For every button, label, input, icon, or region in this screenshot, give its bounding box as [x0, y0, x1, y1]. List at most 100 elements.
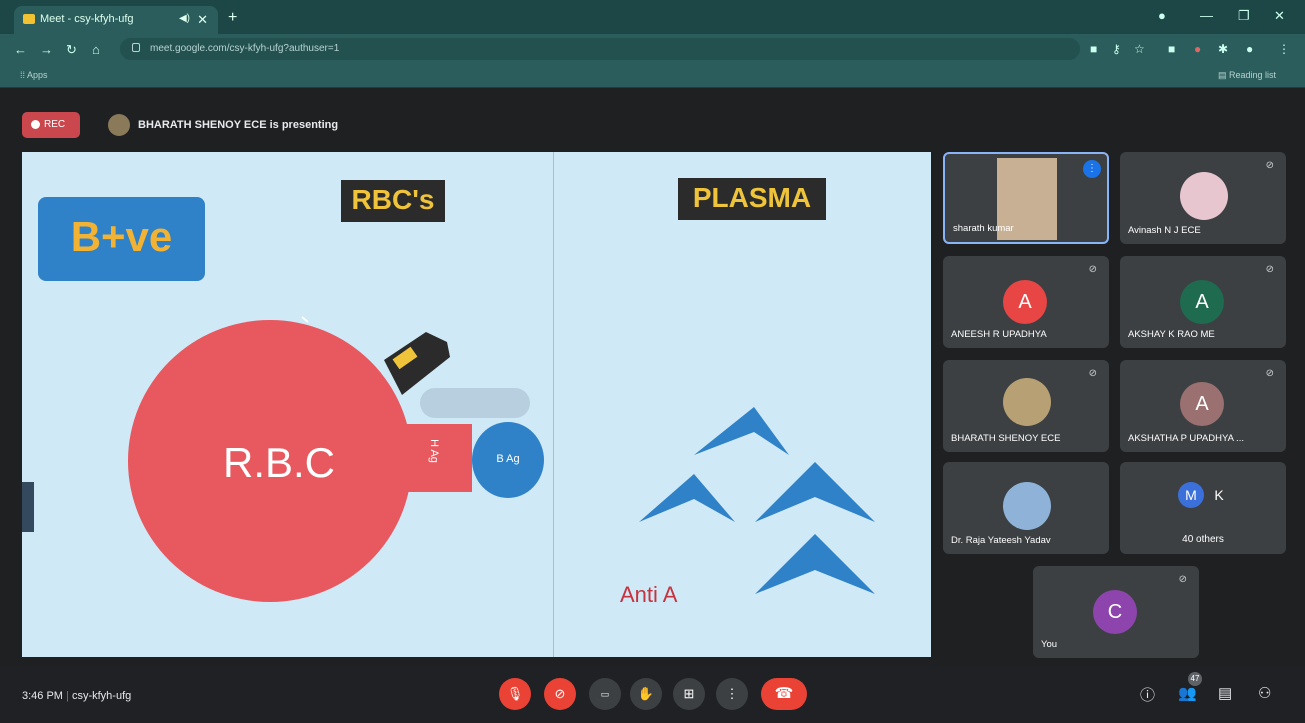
reading-list-icon: ▤ [1218, 70, 1230, 80]
participant-name: sharath kumar [953, 223, 1014, 234]
apps-grid-icon: ⁞⁞ [20, 70, 28, 80]
reading-list-button[interactable]: ▤ Reading list [1218, 70, 1276, 81]
home-icon[interactable]: ⌂ [92, 42, 100, 57]
url-text: meet.google.com/csy-kfyh-ufg?authuser=1 [150, 43, 340, 54]
antibody-label: Anti A [620, 582, 678, 607]
meeting-details-button[interactable]: ⓘ [1140, 684, 1155, 705]
browser-toolbar: ← → ↻ ⌂ meet.google.com/csy-kfyh-ufg?aut… [0, 34, 1305, 64]
more-options-button[interactable]: ⋮ [716, 678, 748, 710]
participant-name: Dr. Raja Yateesh Yadav [951, 535, 1051, 546]
reload-icon[interactable]: ↻ [66, 42, 77, 58]
apps-shortcut[interactable]: ⁞⁞ Apps [20, 70, 48, 80]
address-bar[interactable]: meet.google.com/csy-kfyh-ufg?authuser=1 [120, 38, 1080, 60]
chat-button[interactable]: ▤ [1218, 684, 1232, 702]
camera-indicator-icon[interactable]: ■ [1090, 42, 1097, 56]
meeting-info: 3:46 PM | csy-kfyh-ufg [22, 690, 132, 702]
participant-avatar: A [1180, 280, 1224, 324]
antibody-key-shape [384, 332, 450, 395]
self-avatar: C [1093, 590, 1137, 634]
mic-toggle-button[interactable]: 🎙 [499, 678, 531, 710]
participant-tile[interactable]: A ⊘ AKSHAY K RAO ME [1120, 256, 1286, 348]
forward-icon[interactable]: → [40, 42, 53, 57]
browser-tab-bar: Meet - csy-kfyh-ufg ◀) ✕ + ● — ❐ ✕ [0, 0, 1305, 34]
raise-hand-button[interactable]: ✋ [630, 678, 662, 710]
meeting-controls-bar: 3:46 PM | csy-kfyh-ufg 🎙 ⊘ ▭ ✋ ⊞ ⋮ ☎ ⓘ 👥… [0, 666, 1305, 723]
captions-button[interactable]: ▭ [589, 678, 621, 710]
camera-toggle-button[interactable]: ⊘ [544, 678, 576, 710]
leave-call-button[interactable]: ☎ [761, 678, 807, 710]
present-button[interactable]: ⊞ [673, 678, 705, 710]
mic-off-icon: ⊘ [1088, 368, 1097, 379]
participant-tile[interactable]: A ⊘ ANEESH R UPADHYA [943, 256, 1109, 348]
google-meet-window: Meet - csy-kfyh-ufg ◀) ✕ + ● — ❐ ✕ ← → ↻… [0, 0, 1305, 723]
others-tile[interactable]: M K 40 others [1120, 462, 1286, 554]
maximize-icon[interactable]: ❐ [1238, 8, 1250, 24]
cursor-mark [301, 316, 309, 323]
participant-avatar [1003, 378, 1051, 426]
participant-name: ANEESH R UPADHYA [951, 329, 1047, 340]
participant-tile[interactable]: Dr. Raja Yateesh Yadav [943, 462, 1109, 554]
meet-favicon-icon [23, 14, 35, 24]
close-tab-icon[interactable]: ✕ [197, 12, 208, 28]
extensions-puzzle-icon[interactable]: ✱ [1218, 42, 1228, 56]
participant-name: AKSHAY K RAO ME [1128, 329, 1215, 340]
recording-indicator[interactable]: REC [22, 112, 80, 138]
new-tab-button[interactable]: + [228, 9, 237, 27]
lock-icon [132, 43, 140, 52]
close-window-icon[interactable]: ✕ [1274, 8, 1285, 24]
participant-tile[interactable]: A ⊘ AKSHATHA P UPADHYA ... [1120, 360, 1286, 452]
hand-icon: ✋ [637, 686, 655, 701]
end-call-icon: ☎ [774, 685, 794, 702]
tab-title: Meet - csy-kfyh-ufg [40, 13, 134, 25]
browser-menu-icon[interactable]: ⋮ [1278, 42, 1290, 56]
slide-shapes [301, 316, 875, 594]
mic-off-icon: ⊘ [1178, 574, 1187, 585]
presenter-banner: BHARATH SHENOY ECE is presenting [108, 113, 338, 137]
minimize-icon[interactable]: — [1200, 8, 1213, 23]
others-avatar: M [1178, 482, 1204, 508]
more-vertical-icon: ⋮ [725, 686, 739, 701]
participant-count-badge: 47 [1188, 672, 1202, 686]
profile-dot-icon[interactable]: ● [1158, 8, 1166, 23]
bookmarks-bar: ⁞⁞ Apps ▤ Reading list [0, 64, 1305, 88]
profile-avatar-icon[interactable]: ● [1246, 42, 1253, 56]
participant-name: AKSHATHA P UPADHYA ... [1128, 433, 1244, 444]
participant-avatar [1180, 172, 1228, 220]
bookmark-star-icon[interactable]: ☆ [1134, 42, 1145, 56]
mic-off-icon: ⊘ [1265, 160, 1274, 171]
participant-tile[interactable]: ⋮ sharath kumar [943, 152, 1109, 244]
presenter-avatar [108, 114, 130, 136]
meeting-code: csy-kfyh-ufg [71, 690, 132, 702]
key-icon[interactable]: ⚷ [1112, 42, 1121, 56]
activities-icon: ⚇ [1258, 685, 1272, 702]
meeting-time: 3:46 PM [22, 690, 63, 702]
mic-off-icon: 🎙 [506, 686, 524, 701]
participant-avatar: A [1003, 280, 1047, 324]
people-button[interactable]: 👥 [1178, 684, 1197, 702]
speaking-indicator-icon: ⋮ [1083, 160, 1101, 178]
extension-icon[interactable]: ■ [1168, 42, 1175, 56]
captions-icon: ▭ [600, 689, 610, 699]
back-icon[interactable]: ← [14, 42, 27, 57]
participant-avatar: A [1180, 382, 1224, 426]
self-name: You [1041, 639, 1058, 650]
participant-tile[interactable]: ⊘ BHARATH SHENOY ECE [943, 360, 1109, 452]
tab-audio-icon[interactable]: ◀) [179, 13, 190, 24]
info-icon: ⓘ [1140, 687, 1156, 704]
participant-name: Avinash N J ECE [1128, 225, 1201, 236]
camera-off-icon: ⊘ [554, 686, 566, 701]
antibody-chevron [694, 407, 789, 455]
present-screen-icon: ⊞ [683, 686, 695, 701]
self-tile[interactable]: C ⊘ You [1033, 566, 1199, 658]
participant-tile[interactable]: ⊘ Avinash N J ECE [1120, 152, 1286, 244]
antibody-chevron [755, 534, 875, 594]
mic-off-icon: ⊘ [1265, 368, 1274, 379]
browser-tab[interactable]: Meet - csy-kfyh-ufg ◀) ✕ [14, 6, 218, 34]
others-count: 40 others [1182, 534, 1224, 545]
antibody-chevron [755, 462, 875, 522]
extension-red-icon[interactable]: ● [1194, 42, 1201, 56]
activities-button[interactable]: ⚇ [1258, 684, 1271, 702]
mic-off-icon: ⊘ [1265, 264, 1274, 275]
chat-icon: ▤ [1218, 685, 1233, 702]
people-icon: 👥 [1178, 685, 1197, 702]
